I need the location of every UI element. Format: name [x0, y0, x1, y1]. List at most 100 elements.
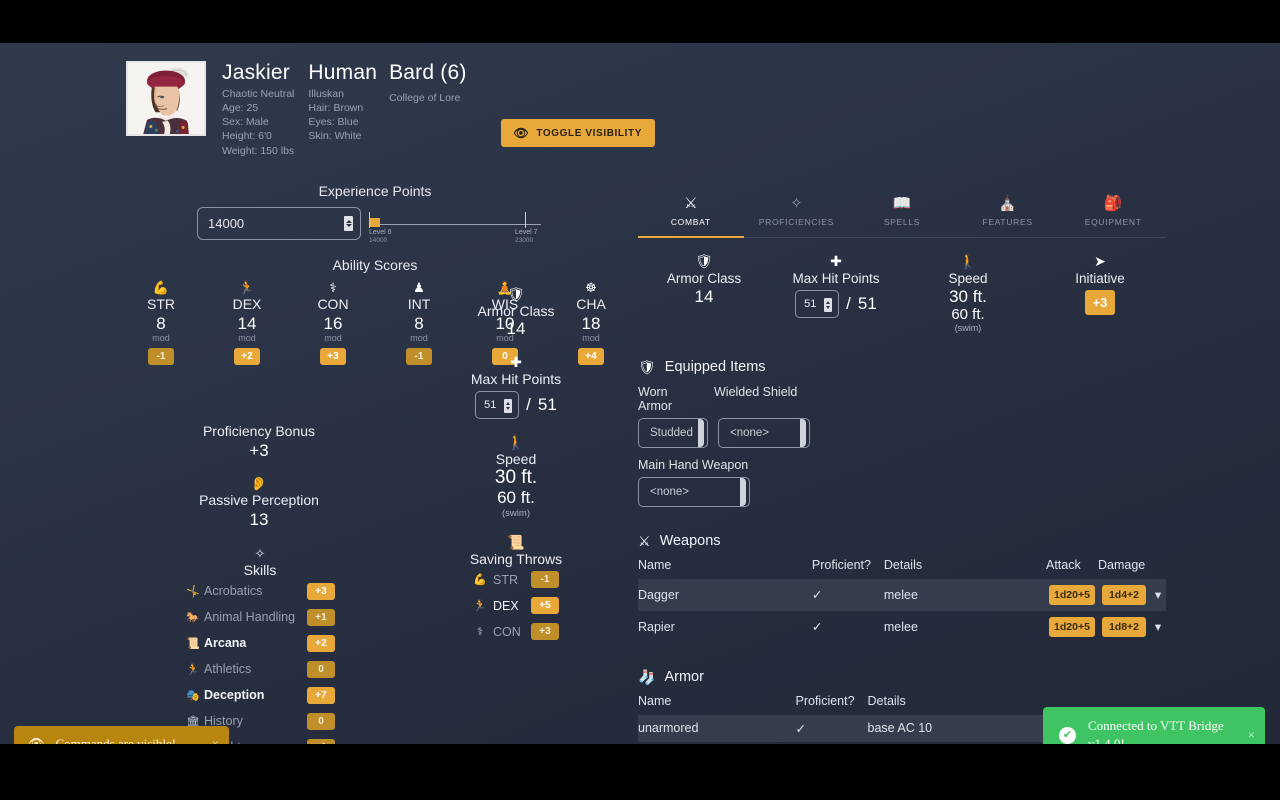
backpack-icon: 🎒 — [1103, 195, 1123, 212]
check-icon: ✔ — [1059, 726, 1076, 744]
armor-name: Studded — [638, 742, 796, 744]
experience-progress-fill — [369, 218, 380, 227]
tab-combat[interactable]: ⚔ COMBAT — [638, 186, 744, 238]
combat-swim-speed-value: 60 ft. — [951, 306, 985, 323]
saving-throw-row[interactable]: ⚕ CON +3 — [418, 619, 614, 645]
armor-col-name: Name — [638, 693, 672, 708]
passive-perception-value: 13 — [249, 510, 269, 529]
constitution-icon: ⚕ — [329, 280, 337, 295]
deception-icon: 🎭 — [186, 689, 200, 702]
character-identity: Jaskier Chaotic Neutral Age: 25 Sex: Mal… — [222, 61, 479, 158]
skills-icon: ✧ — [254, 546, 266, 561]
boot-icon: 🚶 — [507, 434, 525, 450]
wielded-shield-select[interactable]: <none> — [718, 417, 810, 448]
center-stats-column: 🛡 Armor Class 14 ✚ Max Hit Points 51 / 5… — [418, 285, 614, 659]
character-alignment: Chaotic Neutral — [222, 88, 295, 101]
experience-stepper[interactable] — [344, 216, 353, 231]
main-hand-weapon-select[interactable]: <none> — [638, 476, 750, 507]
combat-max-hit-points: ✚ Max Hit Points 51 / 51 — [770, 252, 902, 333]
letterbox-bottom — [0, 744, 1280, 800]
equipped-items-title: Equipped Items — [664, 359, 766, 376]
skill-row[interactable]: 🎭 Deception +7 — [185, 682, 335, 708]
acrobatics-icon: 🤸 — [186, 585, 200, 598]
weapon-expand-caret[interactable]: ▾ — [1150, 579, 1166, 611]
character-sheet: Jaskier Chaotic Neutral Age: 25 Sex: Mal… — [0, 43, 1280, 744]
experience-row: Level 6 14000 Level 7 23000 — [197, 207, 541, 244]
center-hp-separator: / — [526, 395, 531, 414]
character-height: Height: 6'0 — [222, 130, 272, 143]
toast-commands-visible[interactable]: 👁 Commands are visible! × — [14, 726, 229, 744]
ability-dex-mod: +2 — [234, 347, 260, 365]
perception-icon: 👂 — [250, 476, 268, 491]
skills-title: Skills — [243, 562, 277, 578]
armor-name: unarmored — [638, 721, 699, 736]
skill-row[interactable]: 🤸 Acrobatics +3 — [185, 578, 335, 604]
close-icon[interactable]: × — [202, 736, 229, 744]
hp-stepper[interactable] — [504, 399, 513, 413]
armor-icon: 🧦 — [638, 668, 656, 685]
toggle-visibility-button[interactable]: 👁 TOGGLE VISIBILITY — [500, 119, 655, 147]
character-header: Jaskier Chaotic Neutral Age: 25 Sex: Mal… — [126, 61, 655, 158]
character-name: Jaskier — [222, 61, 290, 84]
skill-modifier: +3 — [307, 582, 335, 600]
center-hp-current-input[interactable]: 51 — [475, 391, 520, 419]
center-armor-class-value: 14 — [506, 319, 526, 338]
weapon-attack[interactable]: 1d20+5 — [1049, 616, 1095, 637]
character-subclass: College of Lore — [389, 91, 461, 104]
saving-throw-modifier: +5 — [531, 597, 559, 615]
center-hp-max-value: 51 — [537, 395, 557, 414]
hp-stepper[interactable] — [824, 298, 833, 312]
app-screen: Jaskier Chaotic Neutral Age: 25 Sex: Mal… — [0, 0, 1280, 800]
experience-title: Experience Points — [318, 183, 432, 199]
experience-current-level: Level 6 14000 — [369, 229, 392, 245]
weapon-attack[interactable]: 1d20+5 — [1049, 584, 1095, 605]
toast-vtt-connected[interactable]: ✔ Connected to VTT Bridge v1.4.0! × — [1043, 707, 1265, 744]
saving-throws-icon: 📜 — [507, 533, 525, 550]
ability-con[interactable]: ⚕ CON 16 mod +3 — [290, 280, 376, 365]
skill-row[interactable]: 📜 Arcana +2 — [185, 630, 335, 656]
skill-row[interactable]: 🐎 Animal Handling +1 — [185, 604, 335, 630]
skill-modifier: +1 — [307, 608, 335, 626]
ability-dex[interactable]: 🏃 DEX 14 mod +2 — [204, 280, 290, 365]
saving-throw-modifier: -1 — [531, 571, 559, 589]
weapon-details: melee — [883, 619, 918, 634]
table-row[interactable]: Rapier ✓ melee 1d20+5 1d8+2 ▾ — [638, 611, 1166, 643]
combat-hp-max-value: 51 — [857, 294, 877, 313]
experience-next-xp: 23000 — [515, 237, 534, 245]
weapon-expand-caret[interactable]: ▾ — [1150, 611, 1166, 643]
weapon-name: Dagger — [638, 587, 679, 602]
crossed-swords-icon: ⚔ — [684, 195, 698, 212]
worn-armor-select[interactable]: Studded — [638, 417, 708, 448]
center-speed: 🚶 Speed 30 ft. 60 ft. (swim) — [418, 433, 614, 519]
active-tab-underline — [638, 236, 744, 238]
saving-throw-row[interactable]: 💪 STR -1 — [418, 567, 614, 593]
skill-row[interactable]: 🏃 Athletics 0 — [185, 656, 335, 682]
center-armor-class: 🛡 Armor Class 14 — [418, 285, 614, 339]
saving-throw-modifier: +3 — [531, 623, 559, 641]
equipped-items-icon: 🛡 — [638, 358, 656, 375]
weapon-proficient: ✓ — [811, 620, 823, 635]
combat-hp-current-input[interactable]: 51 — [795, 290, 840, 318]
tab-spells[interactable]: 📖 SPELLS — [849, 186, 955, 237]
center-speed-value: 30 ft. — [494, 467, 538, 488]
tab-equipment[interactable]: 🎒 EQUIPMENT — [1060, 186, 1166, 237]
athletics-icon: 🏃 — [186, 663, 200, 676]
experience-input[interactable] — [197, 207, 361, 240]
armor-title: Armor — [664, 669, 704, 686]
tab-proficiencies[interactable]: ✧ PROFICIENCIES — [744, 186, 850, 237]
tab-features[interactable]: ⛪ FEATURES — [955, 186, 1061, 237]
dexterity-icon: 🏃 — [473, 599, 487, 612]
saving-throw-row[interactable]: 🏃 DEX +5 — [418, 593, 614, 619]
worn-armor-label: Worn Armor — [638, 384, 673, 413]
shield-icon: 🛡 — [507, 286, 525, 302]
close-icon[interactable]: × — [1238, 727, 1265, 743]
armor-proficient: ✓ — [796, 742, 868, 744]
weapon-damage[interactable]: 1d4+2 — [1102, 584, 1146, 605]
sparkle-tree-icon: ✧ — [790, 195, 803, 212]
character-skin: Skin: White — [308, 130, 362, 143]
animal-handling-icon: 🐎 — [186, 611, 200, 624]
weapon-damage[interactable]: 1d8+2 — [1102, 616, 1146, 637]
skills-section: ✧ Skills 🤸 Acrobatics +3 🐎 Animal Handli… — [185, 546, 335, 744]
table-row[interactable]: Dagger ✓ melee 1d20+5 1d4+2 ▾ — [638, 578, 1166, 611]
ability-str[interactable]: 💪 STR 8 mod -1 — [118, 280, 204, 365]
